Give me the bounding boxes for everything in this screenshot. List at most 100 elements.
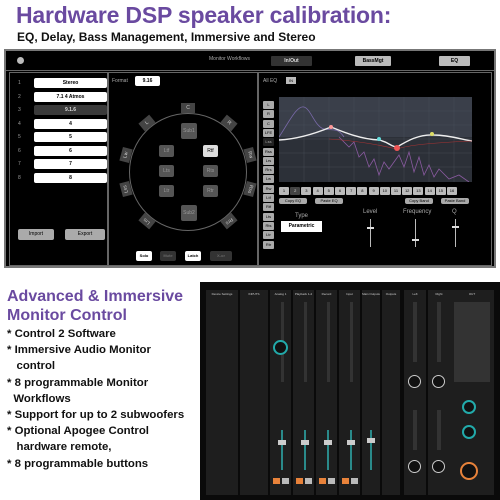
mute-button[interactable]: [319, 478, 326, 484]
eq-channel-l[interactable]: L: [263, 101, 274, 109]
eq-channel-c[interactable]: C: [263, 119, 274, 128]
eq-channel-rss[interactable]: Rss: [263, 147, 274, 156]
fader-cap[interactable]: [323, 440, 332, 445]
eq-channel-rrs[interactable]: Rrs: [263, 166, 274, 175]
level-meter: [326, 302, 330, 382]
eq-band-4[interactable]: 4: [312, 187, 323, 195]
channel-lts[interactable]: Lts: [159, 165, 174, 177]
eq-channel-rts[interactable]: Rts: [263, 221, 274, 230]
fader-cap[interactable]: [300, 440, 309, 445]
copy-band-button[interactable]: Copy Band: [405, 198, 433, 204]
playback-knob[interactable]: [462, 400, 476, 414]
eq-band-9[interactable]: 9: [368, 187, 379, 195]
workflow-button[interactable]: 4: [34, 118, 107, 129]
tab-eq[interactable]: EQ: [439, 56, 470, 66]
mode-solo-button[interactable]: Solo: [136, 251, 152, 261]
paste-band-button[interactable]: Paste Band: [441, 198, 469, 204]
workflow-button[interactable]: 6: [34, 145, 107, 156]
eq-band-7[interactable]: 7: [346, 187, 357, 195]
workflow-button[interactable]: 9.1.6: [34, 105, 107, 115]
eq-band-11[interactable]: 11: [391, 187, 401, 195]
fader-track[interactable]: [280, 430, 283, 470]
fader-cap[interactable]: [346, 440, 355, 445]
eq-channel-r[interactable]: R: [263, 110, 274, 119]
mute-button[interactable]: [273, 478, 280, 484]
output-knob-2[interactable]: [432, 460, 445, 473]
channel-sub2[interactable]: Sub2: [181, 205, 197, 221]
channel-rtf[interactable]: Rtf: [203, 145, 218, 157]
channel-ltf[interactable]: Ltf: [159, 145, 174, 157]
mode-latch-button[interactable]: Latch: [185, 251, 201, 261]
master-knob[interactable]: [460, 462, 478, 480]
q-slider-thumb[interactable]: [452, 226, 459, 228]
workflow-button[interactable]: 7.1 4 Atmos: [34, 91, 107, 102]
eq-channel-ltf[interactable]: Ltf: [263, 194, 274, 202]
eq-band-15[interactable]: 15: [435, 187, 446, 195]
eq-band-16[interactable]: 16: [447, 187, 457, 195]
fader-track[interactable]: [349, 430, 352, 470]
eq-graph[interactable]: [279, 97, 472, 182]
mute-button[interactable]: [342, 478, 349, 484]
eq-band-8[interactable]: 8: [357, 187, 368, 195]
solo-button[interactable]: [305, 478, 312, 484]
format-value[interactable]: 9.16: [135, 76, 160, 86]
eq-band-2[interactable]: 2: [290, 187, 301, 195]
eq-band-1[interactable]: 1: [279, 187, 289, 195]
q-slider-track[interactable]: [455, 219, 456, 247]
level-slider-track[interactable]: [370, 219, 371, 247]
workflow-button[interactable]: 8: [34, 172, 107, 183]
mixer-strip: Playback 1-2: [293, 290, 314, 495]
eq-channel-lfe[interactable]: LFE: [263, 128, 274, 137]
eq-channel-rw[interactable]: Rw: [263, 184, 274, 193]
frequency-slider-thumb[interactable]: [412, 238, 419, 241]
solo-button[interactable]: [282, 478, 289, 484]
fader-cap[interactable]: [277, 440, 286, 445]
eq-channel-rtr[interactable]: Rtr: [263, 240, 274, 249]
eq-channel-ltr[interactable]: Ltr: [263, 231, 274, 240]
eq-band-13[interactable]: 13: [413, 187, 424, 195]
workflow-button[interactable]: Stereo: [34, 78, 107, 88]
channel-rts[interactable]: Rts: [203, 165, 218, 177]
channel-ltr[interactable]: Ltr: [159, 185, 174, 197]
channel-rtr[interactable]: Rtr: [203, 185, 218, 197]
copy-eq-button[interactable]: Copy EQ: [279, 198, 307, 204]
eq-band-12[interactable]: 12: [402, 187, 413, 195]
output-knob-2[interactable]: [408, 460, 421, 473]
eq-channel-lrs[interactable]: Lrs: [263, 156, 274, 165]
tab-bassmgt[interactable]: BassMgt: [355, 56, 391, 66]
type-select[interactable]: Parametric: [281, 221, 322, 232]
tab-in-out[interactable]: In/Out: [271, 56, 312, 66]
eq-band-10[interactable]: 10: [379, 187, 390, 195]
eq-channel-rtf[interactable]: Rtf: [263, 203, 274, 212]
main-fader-track[interactable]: [370, 430, 372, 470]
fader-track[interactable]: [303, 430, 306, 470]
eq-band-6[interactable]: 6: [335, 187, 345, 195]
paste-eq-button[interactable]: Paste EQ: [315, 198, 343, 204]
playback-knob-2[interactable]: [462, 425, 476, 439]
eq-in-button[interactable]: IN: [286, 77, 296, 84]
mode-x-or-button[interactable]: X-or: [210, 251, 232, 261]
eq-band-14[interactable]: 14: [424, 187, 435, 195]
frequency-slider-track[interactable]: [415, 219, 416, 247]
output-knob[interactable]: [408, 375, 421, 388]
main-fader-cap[interactable]: [367, 438, 375, 443]
workflow-button[interactable]: 7: [34, 159, 107, 169]
workflow-button[interactable]: 5: [34, 132, 107, 142]
level-slider-thumb[interactable]: [367, 227, 374, 230]
solo-button[interactable]: [351, 478, 358, 484]
import-button[interactable]: Import: [18, 229, 54, 240]
output-knob[interactable]: [432, 375, 445, 388]
eq-band-5[interactable]: 5: [323, 187, 334, 195]
gain-knob[interactable]: [273, 340, 288, 355]
mute-button[interactable]: [296, 478, 303, 484]
eq-channel-lts[interactable]: Lts: [263, 212, 274, 221]
eq-channel-lss[interactable]: Lss: [263, 138, 274, 147]
eq-channel-lw[interactable]: Lw: [263, 175, 274, 184]
mode-mute-button[interactable]: Mute: [160, 251, 176, 261]
export-button[interactable]: Export: [65, 229, 105, 240]
eq-band-3[interactable]: 3: [301, 187, 312, 195]
speaker-c[interactable]: C: [181, 103, 195, 113]
fader-track[interactable]: [326, 430, 329, 470]
channel-sub1[interactable]: Sub1: [181, 123, 197, 139]
solo-button[interactable]: [328, 478, 335, 484]
